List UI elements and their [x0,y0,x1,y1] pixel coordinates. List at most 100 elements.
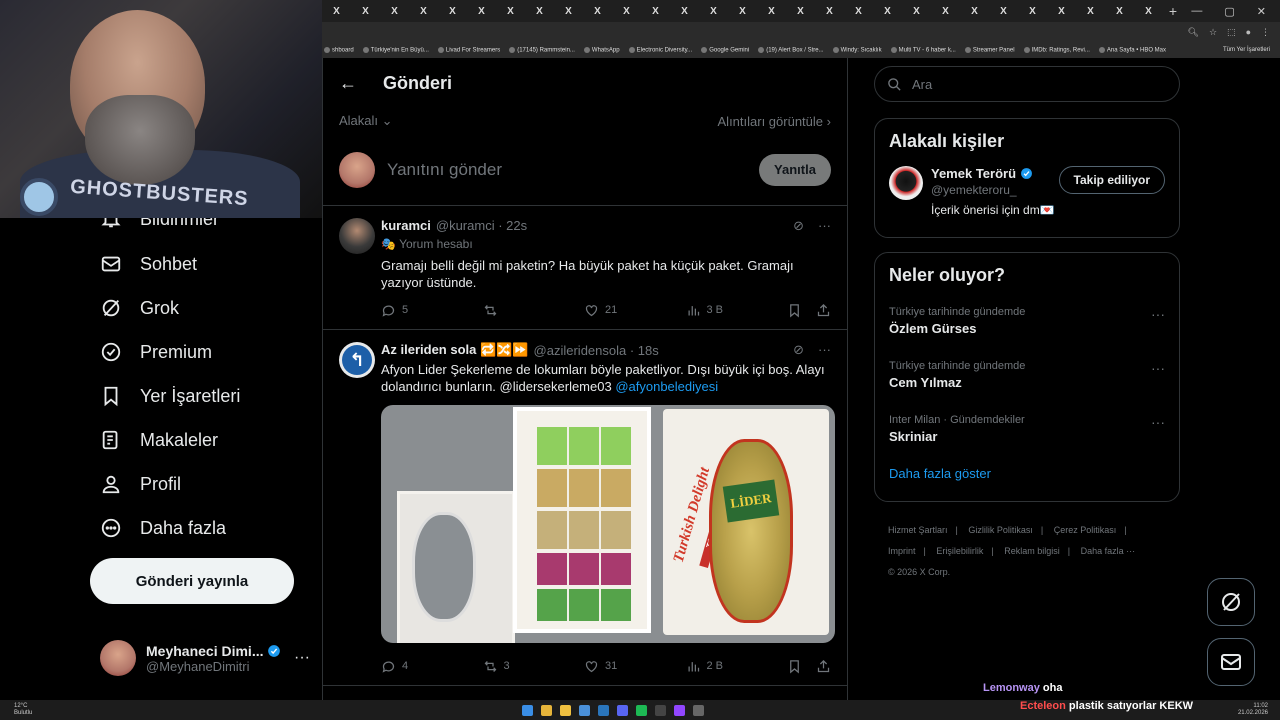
nav-makaleler[interactable]: Makaleler [100,429,218,451]
related-person-name-text[interactable]: Yemek Terörü [931,166,1016,181]
browser-tab[interactable]: X [612,0,641,22]
browser-tab[interactable]: X [931,0,960,22]
footer-link[interactable]: Hizmet Şartları [888,525,948,535]
nav-daha-fazla[interactable]: Daha fazla [100,517,226,539]
nav-premium[interactable]: Premium [100,341,212,363]
back-arrow-icon[interactable]: ← [339,73,357,94]
trend-item[interactable]: Türkiye tarihinde gündemde Özlem Gürses … [875,294,1179,348]
post-button[interactable]: Gönderi yayınla [90,558,294,604]
browser-tab[interactable]: X [380,0,409,22]
bookmark-icon[interactable] [787,303,802,318]
epic-icon[interactable] [655,704,666,716]
view-quotes-link[interactable]: Alıntıları görüntüle › [718,114,831,129]
browser-tab[interactable]: X [641,0,670,22]
retweet-action[interactable]: 3 [483,659,523,674]
app-icon[interactable] [693,704,704,716]
bookmark-item[interactable]: Google Gemini [701,46,749,53]
more-icon[interactable]: ··· [818,218,831,234]
bookmark-item[interactable]: Multi TV - 6 haber k... [890,46,956,53]
browser-tab[interactable]: X [815,0,844,22]
search-input[interactable]: Ara [874,66,1180,102]
sort-dropdown[interactable]: Alakalı ⌄ [339,113,393,129]
profile-icon[interactable]: ● [1246,27,1251,37]
browser-tab[interactable]: X [960,0,989,22]
avatar[interactable]: ↰ [339,342,375,378]
footer-link[interactable]: Çerez Politikası [1054,525,1117,535]
menu-icon[interactable]: ⋮ [1261,27,1270,38]
browser-tab[interactable]: X [554,0,583,22]
new-tab-button[interactable]: + [1163,3,1183,19]
browser-tab[interactable]: X [699,0,728,22]
browser-tab[interactable]: X [525,0,554,22]
account-switcher[interactable]: Meyhaneci Dimi... @MeyhaneDimitri ··· [100,634,310,682]
maximize-icon[interactable]: ▢ [1224,5,1234,18]
reply-tweet[interactable]: ↰ Az ileriden sola 🔁🔀⏩ @azileridensola ·… [323,330,847,686]
browser-tab[interactable]: X [757,0,786,22]
browser-tab[interactable]: X [844,0,873,22]
extensions-icon[interactable]: ⬚ [1227,27,1236,38]
footer-link[interactable]: Imprint [888,546,916,556]
browser-tab[interactable]: X [873,0,902,22]
tweet-author-name[interactable]: Az ileriden sola 🔁🔀⏩ [381,342,529,358]
system-tray[interactable]: 11:02 21.02.2026 [1238,703,1280,717]
browser-tab[interactable]: X [1105,0,1134,22]
browser-tab[interactable]: X [351,0,380,22]
bookmark-item[interactable]: Türkiye'nin En Büyü... [362,46,429,53]
nav-yer-isaretleri[interactable]: Yer İşaretleri [100,385,240,407]
browser-tab[interactable]: X [1076,0,1105,22]
bookmark-icon[interactable] [787,659,802,674]
browser-tab[interactable]: X [902,0,931,22]
nav-grok[interactable]: Grok [100,297,179,319]
address-bar[interactable]: 🔍︎ ☆ ⬚ ● ⋮ [322,22,1280,42]
browser-tab[interactable]: X [1134,0,1163,22]
related-person[interactable]: Yemek Terörü @yemekteroru_ İçerik öneris… [875,152,1179,229]
tweet-image[interactable]: Turkish Delight Türk Lokumu LİDER [381,405,835,643]
grok-fab[interactable] [1207,578,1255,626]
share-icon[interactable] [816,659,831,674]
all-bookmarks[interactable]: Tüm Yer İşaretleri [1223,47,1280,53]
like-action[interactable]: 21 [584,303,624,318]
minimize-icon[interactable]: — [1191,5,1202,18]
footer-link[interactable]: Daha fazla ··· [1081,546,1136,556]
browser-tab[interactable]: X [467,0,496,22]
avatar[interactable] [339,218,375,254]
share-icon[interactable] [816,303,831,318]
reply-tweet[interactable]: kuramci @kuramci · 22s ⊘ ··· 🎭 Yorum hes… [323,206,847,330]
reply-input[interactable]: Yanıtını gönder [387,160,747,180]
discord-icon[interactable] [617,704,628,716]
bookmark-item[interactable]: (19) Alert Box / Stre... [758,46,824,53]
bookmark-item[interactable]: (17145) Rammstein... [509,46,575,53]
reply-button[interactable]: Yanıtla [759,153,831,186]
close-icon[interactable]: ✕ [1257,5,1266,18]
footer-link[interactable]: Erişilebilirlik [936,546,983,556]
more-icon[interactable]: ··· [1151,306,1165,322]
browser-tab[interactable]: X [322,0,351,22]
more-icon[interactable]: ··· [294,649,310,667]
avatar[interactable] [889,166,923,200]
trend-item[interactable]: Inter Milan · Gündemdekiler Skriniar ··· [875,402,1179,456]
nav-sohbet[interactable]: Sohbet [100,253,197,275]
show-more-link[interactable]: Daha fazla göster [875,456,1179,495]
more-icon[interactable]: ··· [818,342,831,358]
bookmark-item[interactable]: Electronic Diversity... [628,46,692,53]
like-action[interactable]: 31 [584,659,624,674]
trend-item[interactable]: Türkiye tarihinde gündemde Cem Yılmaz ··… [875,348,1179,402]
spotify-icon[interactable] [636,704,647,716]
browser-tab[interactable]: X [496,0,525,22]
bookmark-item[interactable]: IMDb: Ratings, Revi... [1023,46,1090,53]
tweet-author-name[interactable]: kuramci [381,218,431,233]
views-action[interactable]: 2 B [686,659,726,674]
more-icon[interactable]: ··· [1151,360,1165,376]
app-icon[interactable] [579,704,590,716]
grok-icon[interactable]: ⊘ [793,342,804,358]
reply-action[interactable]: 5 [381,303,421,318]
grok-icon[interactable]: ⊘ [793,218,804,234]
messages-fab[interactable] [1207,638,1255,686]
views-action[interactable]: 3 B [686,303,726,318]
following-button[interactable]: Takip ediliyor [1058,166,1165,194]
bookmark-item[interactable]: Windy: Sıcaklık [832,46,882,53]
browser-tab[interactable]: X [1018,0,1047,22]
browser-tab[interactable]: X [989,0,1018,22]
browser-tab[interactable]: X [583,0,612,22]
browser-tab[interactable]: X [670,0,699,22]
